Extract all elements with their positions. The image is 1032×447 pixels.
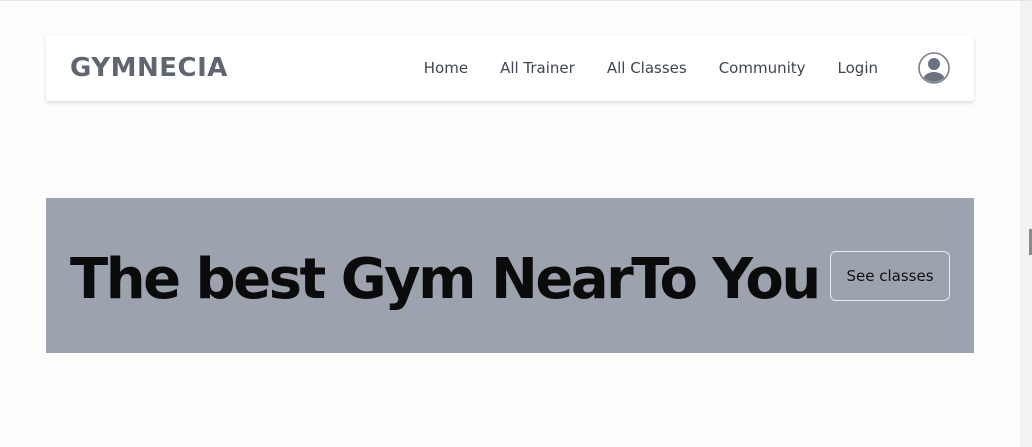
nav-links: Home All Trainer All Classes Community L…: [424, 35, 878, 101]
hero-title: The best Gym NearTo You: [70, 247, 821, 312]
hero-banner: The best Gym NearTo You See classes: [46, 198, 974, 353]
nav-link-home[interactable]: Home: [424, 59, 468, 77]
page: GYMNECIA Home All Trainer All Classes Co…: [0, 0, 1032, 447]
scrollbar-track[interactable]: [1020, 1, 1032, 447]
brand-logo[interactable]: GYMNECIA: [70, 52, 228, 84]
see-classes-button[interactable]: See classes: [830, 251, 950, 301]
nav-link-all-trainer[interactable]: All Trainer: [500, 59, 575, 77]
nav-link-community[interactable]: Community: [719, 59, 806, 77]
user-circle-icon: [918, 52, 950, 84]
navbar: GYMNECIA Home All Trainer All Classes Co…: [46, 35, 974, 101]
nav-link-login[interactable]: Login: [838, 59, 878, 77]
user-avatar-button[interactable]: [918, 52, 950, 84]
nav-link-all-classes[interactable]: All Classes: [607, 59, 687, 77]
